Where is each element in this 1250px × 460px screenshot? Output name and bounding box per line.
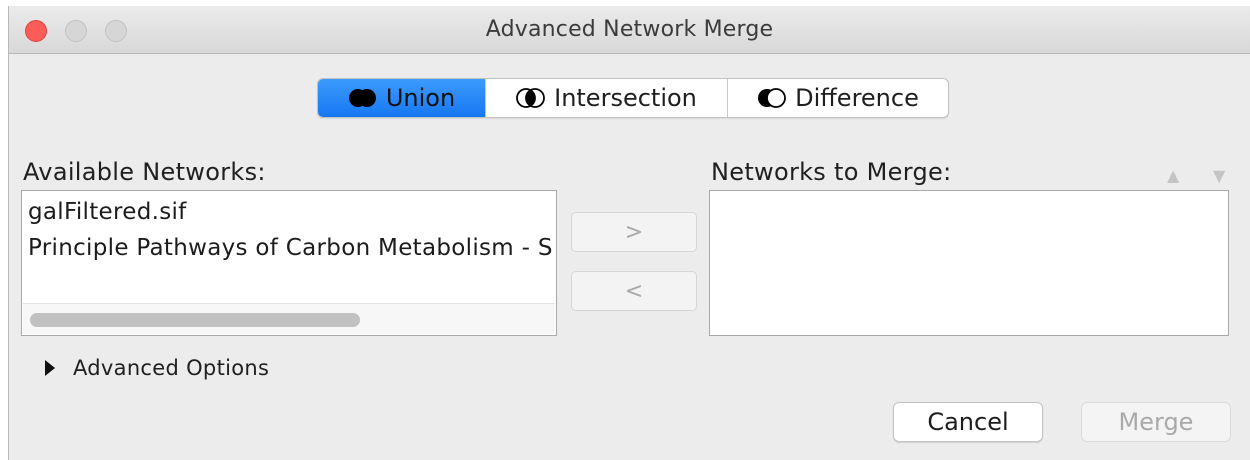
list-item[interactable]: galFiltered.sif [28, 199, 187, 225]
merge-mode-selector: Union Intersection Difference [317, 78, 949, 118]
disclosure-triangle-icon [45, 360, 55, 376]
scrollbar-thumb[interactable] [30, 313, 360, 327]
available-networks-list[interactable]: galFiltered.sif Principle Pathways of Ca… [21, 190, 557, 336]
add-network-button[interactable]: > [571, 212, 697, 252]
tab-difference[interactable]: Difference [728, 79, 948, 117]
tab-intersection[interactable]: Intersection [486, 79, 728, 117]
move-down-icon[interactable]: ▼ [1213, 166, 1225, 185]
cancel-button[interactable]: Cancel [893, 402, 1043, 442]
remove-network-button[interactable]: < [571, 271, 697, 311]
merge-button[interactable]: Merge [1081, 402, 1231, 442]
intersection-icon [516, 88, 546, 108]
networks-to-merge-list[interactable] [709, 190, 1229, 336]
move-up-icon[interactable]: ▲ [1167, 166, 1179, 185]
tab-union[interactable]: Union [318, 79, 486, 117]
dialog-window: Advanced Network Merge Union Intersectio… [8, 6, 1250, 460]
tab-union-label: Union [385, 84, 456, 112]
list-item[interactable]: Principle Pathways of Carbon Metabolism … [28, 235, 553, 261]
difference-icon [758, 88, 787, 108]
window-title: Advanced Network Merge [485, 17, 774, 42]
advanced-options-label: Advanced Options [73, 356, 270, 380]
networks-to-merge-label: Networks to Merge: [711, 158, 952, 186]
tab-intersection-label: Intersection [554, 84, 697, 112]
horizontal-scrollbar[interactable] [23, 303, 555, 334]
advanced-options-toggle[interactable]: Advanced Options [45, 356, 269, 380]
available-networks-label: Available Networks: [23, 158, 266, 186]
tab-difference-label: Difference [795, 84, 919, 112]
title-bar[interactable]: Advanced Network Merge [9, 6, 1250, 54]
union-icon [348, 89, 376, 107]
